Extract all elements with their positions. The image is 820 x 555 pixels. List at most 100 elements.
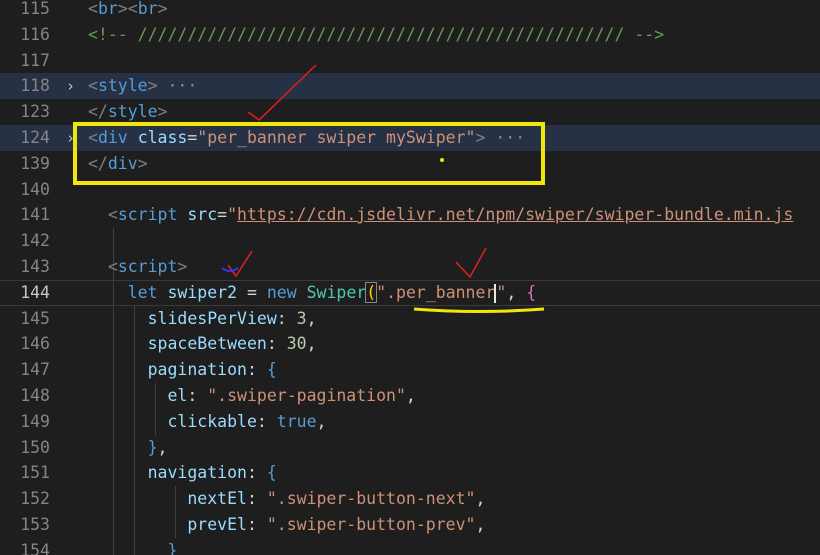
code-line[interactable]: 142 [0, 228, 820, 254]
code-token: nextEl [187, 489, 247, 508]
code-token: = [187, 128, 198, 147]
code-token: { [266, 360, 277, 379]
code-token: } [147, 438, 158, 457]
code-token: : [246, 463, 267, 482]
code-line[interactable]: 145 slidesPerView: 3, [0, 306, 820, 332]
code-text: </div> [88, 151, 148, 177]
fold-chevron-icon[interactable]: › [66, 125, 75, 151]
code-token: spaceBetween [147, 334, 267, 353]
code-line[interactable]: 141 <script src="https://cdn.jsdelivr.ne… [0, 202, 820, 228]
code-line[interactable]: 139 </div> [0, 151, 820, 177]
code-line[interactable]: 146 spaceBetween: 30, [0, 331, 820, 357]
code-token: > [177, 257, 188, 276]
code-token: <!-- ///////////////////////////////////… [88, 25, 665, 44]
code-token: = [217, 205, 228, 224]
code-token: </ [88, 102, 108, 121]
code-text: nextEl: ".swiper-button-next", [88, 486, 485, 512]
code-line[interactable]: 124 › <div class="per_banner swiper mySwip… [0, 125, 820, 151]
code-token: : [246, 489, 267, 508]
code-token: script [117, 257, 178, 276]
code-line[interactable]: 140 [0, 177, 820, 203]
code-text: </style> [88, 99, 167, 125]
code-text: slidesPerView: 3, [88, 306, 317, 332]
line-number: 148 [20, 386, 50, 405]
code-text: <script src="https://cdn.jsdelivr.net/np… [88, 202, 793, 228]
code-token: , [475, 515, 486, 534]
code-line[interactable]: 117 [0, 48, 820, 74]
code-token: </ [88, 154, 108, 173]
code-token: > [157, 0, 168, 18]
line-number: 150 [20, 438, 50, 457]
code-token: 3 [296, 309, 307, 328]
code-editor[interactable]: 115 <br><br> 116 <!-- /////////////////////… [0, 0, 820, 555]
code-token: "per_banner swiper mySwiper" [197, 128, 476, 147]
code-line[interactable]: 147 pagination: { [0, 357, 820, 383]
code-line[interactable]: 144 let swiper2 = new Swiper(".per_banne… [0, 280, 820, 306]
code-text: }, [88, 435, 168, 461]
code-token: } [167, 541, 178, 555]
code-token: { [266, 463, 277, 482]
code-token: , [475, 489, 486, 508]
line-number: 142 [20, 231, 50, 250]
code-token: ".swiper-button-prev" [266, 515, 476, 534]
line-number: 140 [20, 180, 50, 199]
code-token: class [137, 128, 188, 147]
code-line[interactable]: 151 navigation: { [0, 460, 820, 486]
code-text: clickable: true, [88, 409, 326, 435]
code-token: < [107, 257, 118, 276]
line-number: 152 [20, 489, 50, 508]
code-text: <style> ··· [88, 73, 197, 99]
code-text: let swiper2 = new Swiper(".per_banner", … [88, 281, 536, 305]
fold-chevron-icon[interactable]: › [66, 73, 75, 99]
code-line[interactable]: 118 › <style> ··· [0, 73, 820, 99]
code-line[interactable]: 153 prevEl: ".swiper-button-prev", [0, 512, 820, 538]
code-token: " [496, 283, 507, 302]
code-text: <script> [88, 254, 187, 280]
code-token: el [167, 386, 188, 405]
code-token: ( [365, 282, 378, 303]
code-text: } [88, 538, 177, 555]
code-line[interactable]: 152 nextEl: ".swiper-button-next", [0, 486, 820, 512]
code-text: <div class="per_banner swiper mySwiper">… [88, 125, 525, 151]
code-line[interactable]: 150 }, [0, 435, 820, 461]
line-number: 147 [20, 360, 50, 379]
code-token: pagination [147, 360, 247, 379]
code-line[interactable]: 115 <br><br> [0, 0, 820, 22]
code-token: ".swiper-button-next" [266, 489, 476, 508]
line-number: 145 [20, 309, 50, 328]
code-token: < [88, 128, 98, 147]
code-token: < [88, 0, 98, 18]
code-token: : [246, 515, 267, 534]
code-line[interactable]: 123 </style> [0, 99, 820, 125]
code-token: > [137, 154, 148, 173]
code-token: ".per_banner [376, 283, 496, 302]
code-line[interactable]: 148 el: ".swiper-pagination", [0, 383, 820, 409]
line-number: 118 [20, 76, 50, 95]
code-token: : [246, 360, 267, 379]
code-line[interactable]: 149 clickable: true, [0, 409, 820, 435]
code-line[interactable]: 143 <script> [0, 254, 820, 280]
line-number: 117 [20, 51, 50, 70]
code-token: , [306, 309, 317, 328]
code-token: >< [117, 0, 138, 18]
code-token: > [147, 76, 158, 95]
code-line[interactable]: 116 <!-- ////////////////////////////////… [0, 22, 820, 48]
code-token[interactable]: https://cdn.jsdelivr.net/npm/swiper/swip… [237, 205, 793, 224]
code-token: : [256, 412, 277, 431]
code-token: prevEl [187, 515, 247, 534]
code-token: script [117, 205, 178, 224]
code-line[interactable]: 154 } [0, 538, 820, 555]
code-text: <!-- ///////////////////////////////////… [88, 22, 664, 48]
code-token: let [127, 283, 158, 302]
code-token: slidesPerView [147, 309, 277, 328]
